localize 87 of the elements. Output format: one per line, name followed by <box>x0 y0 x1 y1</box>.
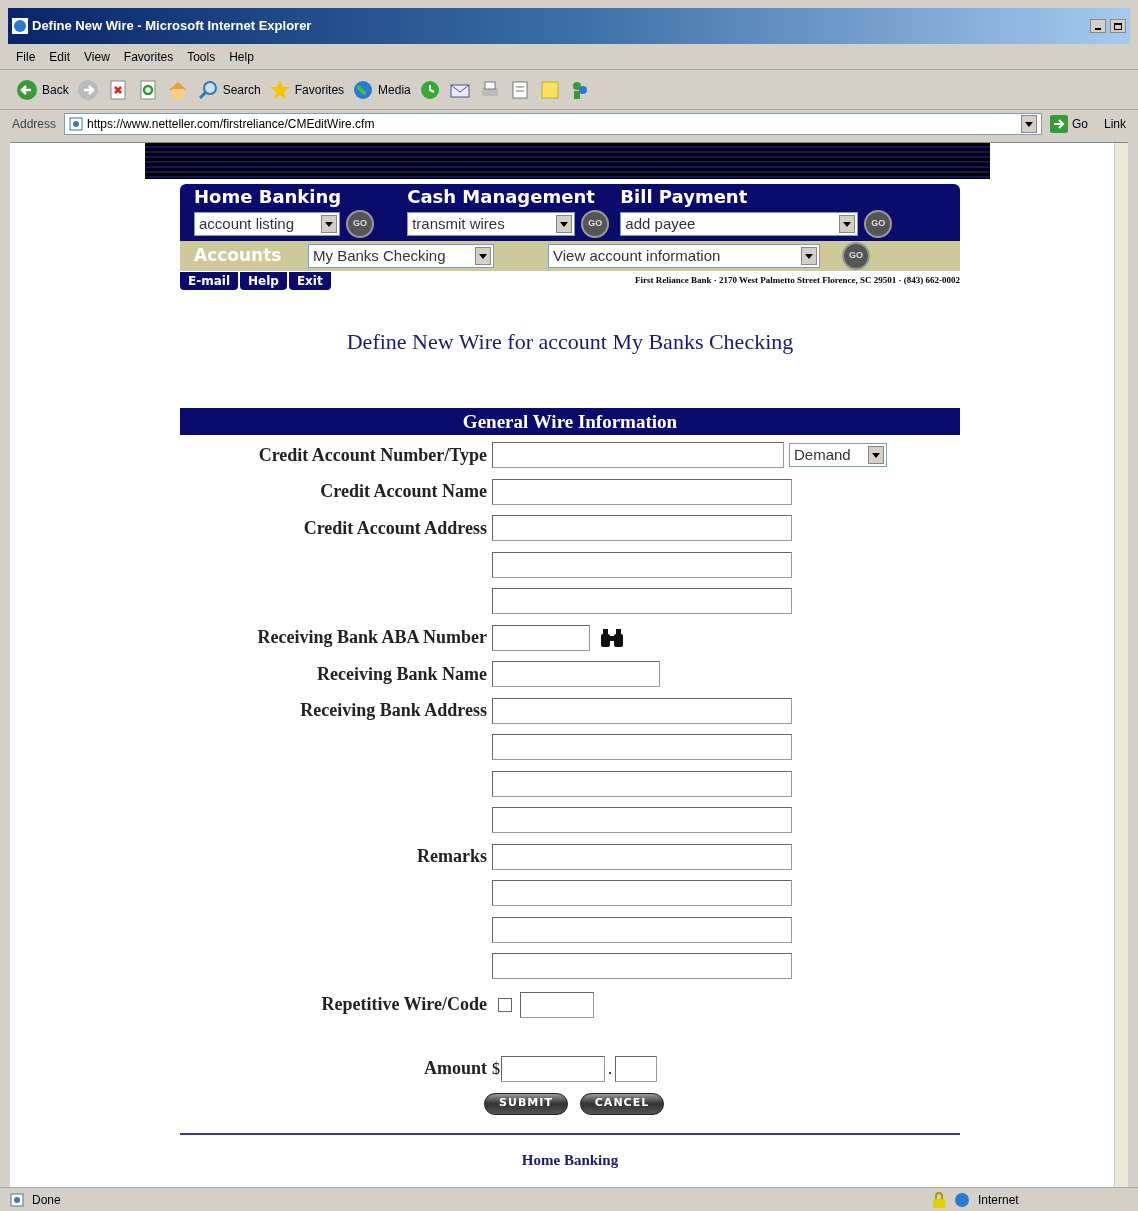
text-field[interactable] <box>615 1055 657 1082</box>
go-button[interactable]: Go <box>1049 115 1088 133</box>
page-heading: Define New Wire for account My Banks Checking <box>345 328 795 356</box>
menu-item[interactable]: File <box>16 47 36 66</box>
zone-text: Internet <box>978 1191 1020 1209</box>
field-label: Repetitive Wire/Code <box>321 993 487 1016</box>
form-button[interactable]: CANCEL <box>580 1092 664 1115</box>
toolbar-button[interactable]: Favorites <box>268 78 345 101</box>
nav-link[interactable]: Exit <box>288 272 331 290</box>
type-select[interactable]: Demand <box>789 443 887 468</box>
text-field[interactable] <box>492 770 792 797</box>
bank-address: First Reliance Bank · 2170 West Palmetto Street Florence, SC 29501 · (843) 662-0002 <box>635 274 960 288</box>
decimal-point: . <box>608 1058 612 1079</box>
menu-item[interactable]: Favorites <box>123 47 174 66</box>
field-label: Receiving Bank Address <box>300 699 487 723</box>
text-field[interactable] <box>492 916 792 943</box>
nav-section-title: Cash Management <box>407 186 596 208</box>
globe-icon <box>954 1191 970 1208</box>
text-field[interactable] <box>492 442 784 469</box>
field-label: Receiving Bank Name <box>317 662 487 686</box>
text-field[interactable] <box>492 953 792 980</box>
form-button[interactable]: SUBMIT <box>484 1092 568 1115</box>
links-label[interactable]: Link <box>1104 115 1126 133</box>
status-text: Done <box>32 1191 62 1209</box>
toolbar-button[interactable]: Media <box>352 78 411 101</box>
page-icon <box>10 1192 24 1207</box>
go-button[interactable]: GO <box>581 210 610 238</box>
section-header: General Wire Information <box>180 408 960 435</box>
field-label: Credit Account Address <box>303 516 487 540</box>
arrow-right-icon <box>76 78 99 101</box>
nav-section-title: Home Banking <box>194 186 343 208</box>
checkbox[interactable] <box>498 997 512 1012</box>
text-field[interactable] <box>492 478 792 505</box>
toolbar-button[interactable] <box>418 78 441 101</box>
home-banking-link[interactable]: Home Banking <box>521 1148 619 1171</box>
text-field[interactable] <box>492 624 590 651</box>
nav-select[interactable]: transmit wires <box>407 212 576 236</box>
globe-icon <box>352 78 375 101</box>
nav-link[interactable]: Help <box>240 272 287 290</box>
menu-item[interactable]: Tools <box>187 47 216 66</box>
account-select[interactable]: My Banks Checking <box>308 244 494 268</box>
minimize-button[interactable] <box>1090 19 1106 33</box>
text-field[interactable] <box>492 515 792 542</box>
field-label: Receiving Bank ABA Number <box>257 626 487 650</box>
address-label: Address <box>12 116 57 133</box>
field-label: Remarks <box>417 845 487 869</box>
page-icon <box>69 117 84 131</box>
menu-item[interactable]: View <box>84 47 110 66</box>
go-button[interactable]: GO <box>864 210 893 238</box>
menu-item[interactable]: Help <box>229 47 254 66</box>
binoculars-icon[interactable] <box>599 627 625 648</box>
text-field[interactable] <box>492 880 792 907</box>
text-field[interactable] <box>492 843 792 870</box>
text-field[interactable] <box>501 1055 605 1082</box>
text-field[interactable] <box>520 991 594 1018</box>
arrow-left-icon <box>16 78 38 101</box>
nav-select[interactable]: account listing <box>194 212 340 236</box>
nav-section-title: Bill Payment <box>620 186 749 208</box>
arrow-right-icon <box>1049 115 1068 133</box>
text-field[interactable] <box>492 551 792 578</box>
toolbar-button[interactable]: Back <box>16 78 69 101</box>
padlock-icon <box>932 1191 946 1208</box>
maximize-button[interactable] <box>1110 19 1126 33</box>
window-title: Define New Wire - Microsoft Internet Explorer <box>32 17 313 36</box>
go-button[interactable]: GO <box>346 210 374 238</box>
text-field[interactable] <box>492 588 792 615</box>
browser-icon <box>12 18 28 34</box>
go-button[interactable]: GO <box>842 242 870 270</box>
action-select[interactable]: View account information <box>548 244 820 268</box>
field-label: Credit Account Number/Type <box>258 443 487 467</box>
text-field[interactable] <box>492 807 792 834</box>
text-field[interactable] <box>492 661 660 688</box>
field-label: Credit Account Name <box>320 480 487 504</box>
field-label: Amount <box>424 1057 487 1080</box>
magnifier-icon <box>196 78 219 101</box>
text-field[interactable] <box>492 734 792 761</box>
text-field[interactable] <box>492 697 792 724</box>
note-icon <box>538 78 561 101</box>
star-icon <box>268 78 291 101</box>
accounts-label: Accounts <box>193 244 283 268</box>
clock-icon <box>418 78 441 101</box>
nav-select[interactable]: add payee <box>620 212 859 236</box>
toolbar-button[interactable]: Search <box>196 78 261 101</box>
currency-sign: $ <box>492 1058 500 1079</box>
nav-link[interactable]: E-mail <box>180 272 238 290</box>
address-field[interactable]: https://www.netteller.com/firstreliance/CMEditWire.cfm <box>64 113 1042 135</box>
menu-item[interactable]: Edit <box>49 47 71 66</box>
